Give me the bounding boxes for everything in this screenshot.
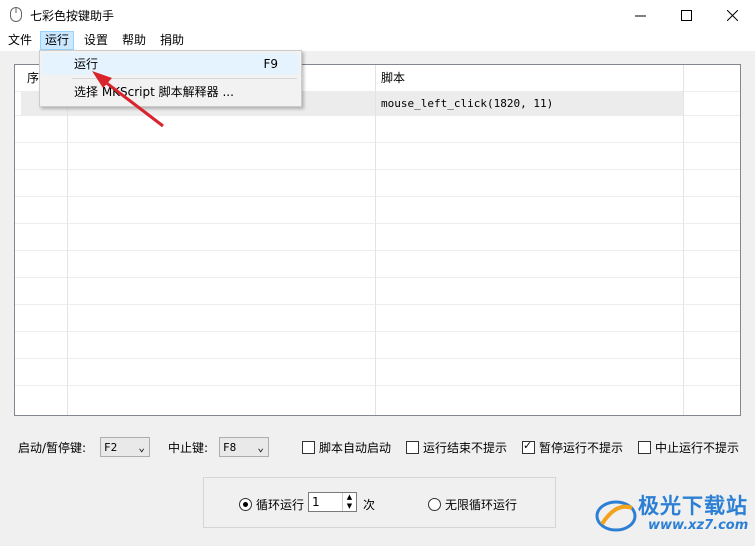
red-arrow-annotation bbox=[92, 71, 164, 128]
